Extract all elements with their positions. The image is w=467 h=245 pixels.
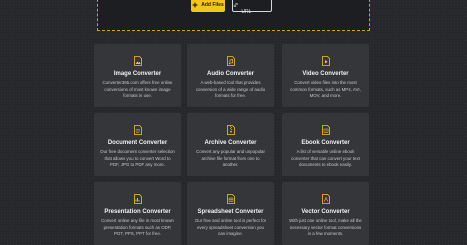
video-file-icon	[321, 56, 330, 66]
audio-file-icon	[226, 56, 235, 66]
card-vector-converter[interactable]: Vector Converter With just one online to…	[282, 182, 369, 245]
card-video-converter[interactable]: Video Converter Convert video files into…	[282, 44, 369, 107]
card-description: Our free and online tool is perfect for …	[194, 218, 267, 237]
card-description: Convert any popular and unpopular archiv…	[196, 149, 265, 168]
card-description: Convert online any file in most known pr…	[101, 218, 174, 237]
archive-file-icon	[226, 125, 235, 135]
card-description: Our free document converter selection th…	[100, 149, 175, 168]
card-title: Video Converter	[302, 71, 349, 77]
ebook-file-icon	[321, 125, 330, 135]
card-description: A web-based tool that provides conversio…	[195, 80, 266, 99]
card-title: Vector Converter	[301, 209, 350, 215]
card-description: A list of versatile online ebook convert…	[291, 149, 360, 168]
link-icon	[233, 3, 238, 7]
card-title: Spreadsheet Converter	[197, 209, 264, 215]
card-description: Convert video files into the most common…	[290, 80, 361, 99]
add-files-button[interactable]: Add Files	[191, 0, 225, 12]
card-image-converter[interactable]: Image Converter Converter365.com offers …	[94, 44, 181, 107]
card-title: Audio Converter	[206, 71, 254, 77]
add-files-label: Add Files	[201, 2, 224, 8]
card-title: Document Converter	[107, 140, 168, 146]
spreadsheet-file-icon	[226, 194, 235, 204]
plus-icon	[192, 2, 198, 8]
card-archive-converter[interactable]: Archive Converter Convert any popular an…	[187, 113, 274, 176]
card-description: Converter365.com offers free online conv…	[102, 80, 173, 99]
card-ebook-converter[interactable]: Ebook Converter A list of versatile onli…	[282, 113, 369, 176]
card-audio-converter[interactable]: Audio Converter A web-based tool that pr…	[187, 44, 274, 107]
document-file-icon	[133, 125, 142, 135]
card-title: Image Converter	[113, 71, 162, 77]
add-from-url-button[interactable]: Add From URL	[232, 0, 272, 15]
vector-file-icon	[321, 194, 330, 204]
add-from-url-label: Add From URL	[241, 0, 263, 15]
presentation-file-icon	[133, 194, 142, 204]
card-document-converter[interactable]: Document Converter Our free document con…	[94, 113, 181, 176]
card-title: Presentation Converter	[104, 209, 171, 215]
card-description: With just one online tool, make all the …	[289, 218, 362, 237]
card-spreadsheet-converter[interactable]: Spreadsheet Converter Our free and onlin…	[187, 182, 274, 245]
card-presentation-converter[interactable]: Presentation Converter Convert online an…	[94, 182, 181, 245]
card-title: Archive Converter	[204, 140, 257, 146]
image-file-icon	[133, 56, 142, 66]
card-title: Ebook Converter	[301, 140, 350, 146]
file-dropzone[interactable]: Add Files Add From URL	[97, 0, 370, 31]
